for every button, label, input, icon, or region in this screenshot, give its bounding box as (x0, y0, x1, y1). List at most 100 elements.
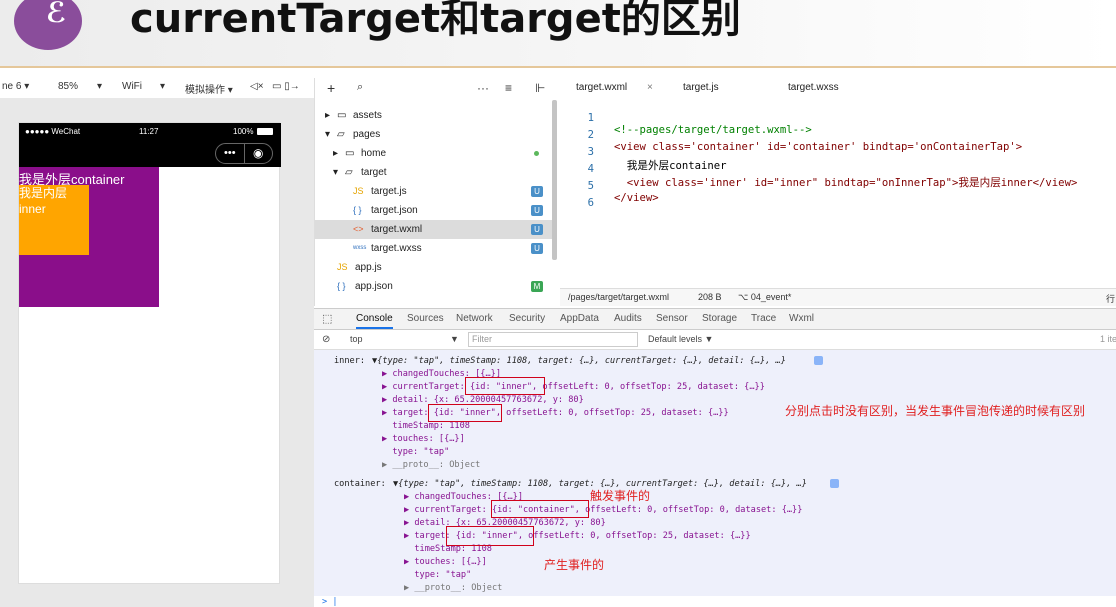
untracked-badge: U (531, 243, 543, 254)
tab-appdata[interactable]: AppData (560, 313, 599, 324)
folder-open-icon: ▱ (337, 129, 345, 140)
carrier-label: ●●●●● WeChat (25, 127, 81, 136)
inner-view[interactable]: 我是内层 inner (19, 185, 89, 255)
window-icons[interactable]: ▭ ▯→ (272, 81, 300, 92)
log-prop[interactable]: ▶ touches: [{…}] (404, 556, 487, 569)
tab-wxml[interactable]: Wxml (789, 313, 814, 324)
annotation-difference: 分别点击时没有区别，当发生事件冒泡传递的时候有区别 (785, 404, 1086, 418)
network-chevron-icon[interactable]: ▾ (160, 81, 165, 92)
filter-input-box[interactable] (468, 332, 638, 347)
tree-item-assets[interactable]: ▸ ▭ assets (315, 106, 553, 125)
log-prop[interactable]: ▶ __proto__: Object (382, 459, 480, 472)
highlight-inner-currenttarget (465, 377, 545, 395)
line-indicator: 行 (1106, 294, 1116, 304)
js-file-icon: JS (353, 186, 364, 196)
expand-arrow-icon[interactable]: ▾ (325, 125, 330, 144)
wxss-file-icon: wxss (353, 245, 367, 251)
phone-status-bar: ●●●●● WeChat 11:27 100% (19, 123, 281, 141)
zoom-select[interactable]: 85% (58, 81, 78, 92)
log-prop[interactable]: ▶ currentTarget: {id: "container", offse… (404, 504, 802, 517)
highlight-inner-target (428, 404, 502, 422)
close-mini-program-icon[interactable]: ◉ (253, 146, 263, 160)
add-file-icon[interactable]: + (327, 80, 335, 96)
tree-item-target-json[interactable]: { } target.json U (315, 201, 553, 220)
tab-target-wxss[interactable]: target.wxss (788, 82, 839, 93)
expand-arrow-icon[interactable]: ▸ (333, 144, 338, 163)
more-options-icon[interactable]: ··· (477, 81, 489, 95)
untracked-badge: U (531, 186, 543, 197)
log-prop[interactable]: ▶ currentTarget: {id: "inner", offsetLef… (382, 381, 765, 394)
log-levels-select[interactable]: Default levels ▼ (648, 334, 713, 344)
tree-item-target-wxss[interactable]: wxss target.wxss U (315, 239, 553, 258)
tree-item-pages[interactable]: ▾ ▱ pages (315, 125, 553, 144)
context-select[interactable]: top (350, 334, 363, 344)
close-tab-icon[interactable]: × (647, 82, 653, 93)
sort-icon[interactable]: ≡ (505, 81, 512, 95)
highlight-container-target (446, 526, 534, 546)
simulate-operation-select[interactable]: 模拟操作 ▾ (185, 81, 233, 96)
tree-item-target-js[interactable]: JS target.js U (315, 182, 553, 201)
log-prop[interactable]: ▶ touches: [{…}] (382, 433, 465, 446)
expand-arrow-icon[interactable]: ▸ (325, 106, 330, 125)
inspect-element-icon[interactable]: ⬚ (322, 312, 332, 325)
more-icon[interactable]: ••• (224, 147, 236, 159)
file-path: /pages/target/target.wxml (568, 292, 670, 302)
editor-tabs: target.wxml × target.js target.wxss (560, 78, 1116, 98)
zoom-chevron-icon[interactable]: ▾ (97, 81, 102, 92)
console-prompt[interactable]: > | (322, 596, 338, 607)
code-line: 4 <view class='inner' id="inner" bindtap… (560, 151, 1078, 189)
collapse-icon[interactable]: ⊩ (535, 81, 545, 95)
file-size: 208 B (698, 292, 722, 302)
editor-status-bar: /pages/target/target.wxml 208 B ⌥ 04_eve… (560, 288, 1116, 306)
tree-item-label: target.js (371, 186, 407, 197)
explorer-toolbar: + ⌕ ··· ≡ ⊩ (314, 78, 560, 100)
code-editor[interactable]: 1 <!--pages/target/target.wxml--> 2 <vie… (560, 98, 1116, 288)
log-summary[interactable]: ▼{type: "tap", timeStamp: 1108, target: … (372, 355, 786, 368)
tab-sources[interactable]: Sources (407, 313, 444, 324)
tab-target-wxml[interactable]: target.wxml (576, 82, 627, 93)
tab-storage[interactable]: Storage (702, 313, 737, 324)
log-prop[interactable]: ▶ __proto__: Object (404, 582, 502, 595)
tab-network[interactable]: Network (456, 313, 493, 324)
untracked-badge: U (531, 205, 543, 216)
code-line: 5 </view> (560, 168, 659, 204)
tree-item-app-js[interactable]: JS app.js (315, 258, 553, 277)
modified-badge: M (531, 281, 543, 292)
tree-item-target[interactable]: ▾ ▱ target (315, 163, 553, 182)
tab-security[interactable]: Security (509, 313, 545, 324)
tree-item-app-json[interactable]: { } app.json M (315, 277, 553, 296)
log-prop: type: "tap" (404, 570, 472, 580)
tree-item-label: target (361, 167, 387, 178)
tab-audits[interactable]: Audits (614, 313, 642, 324)
tree-scrollbar[interactable] (552, 100, 557, 260)
code-line: 6 (560, 185, 594, 209)
container-view[interactable]: 我是外层container 我是内层 inner (19, 167, 159, 307)
slide-title: currentTarget和target的区别 (130, 0, 741, 42)
capsule-divider (244, 144, 245, 163)
filter-input[interactable]: Filter (472, 334, 492, 344)
context-chevron-icon[interactable]: ▼ (450, 334, 459, 344)
tab-target-js[interactable]: target.js (683, 82, 719, 93)
tab-console[interactable]: Console (356, 313, 393, 329)
battery-icon (257, 128, 273, 135)
phone-screen: ●●●●● WeChat 11:27 100% ••• ◉ 我是外层contai… (18, 122, 281, 584)
network-select[interactable]: WiFi (122, 81, 142, 92)
tree-item-label: app.js (355, 262, 382, 273)
clear-console-icon[interactable]: ⊘ (322, 334, 330, 345)
git-branch[interactable]: ⌥ 04_event* (738, 292, 791, 303)
tree-item-label: target.json (371, 205, 418, 216)
log-label: container: (334, 479, 386, 489)
tree-item-target-wxml[interactable]: <> target.wxml U (315, 220, 553, 239)
mute-icon[interactable]: ◁× (250, 81, 264, 92)
tab-trace[interactable]: Trace (751, 313, 776, 324)
expand-arrow-icon[interactable]: ▾ (333, 163, 338, 182)
devtools-tabs: ⬚ Console Sources Network Security AppDa… (314, 308, 1116, 330)
code-text: <view class='inner' id="inner" bindtap="… (614, 177, 1078, 189)
tab-sensor[interactable]: Sensor (656, 313, 688, 324)
capsule-button[interactable]: ••• ◉ (215, 143, 273, 164)
device-select[interactable]: ne 6 ▾ (2, 81, 29, 92)
code-text: </view> (614, 192, 659, 204)
tree-item-label: target.wxss (371, 243, 422, 254)
tree-item-home[interactable]: ▸ ▭ home (315, 144, 553, 163)
search-icon[interactable]: ⌕ (357, 81, 363, 94)
